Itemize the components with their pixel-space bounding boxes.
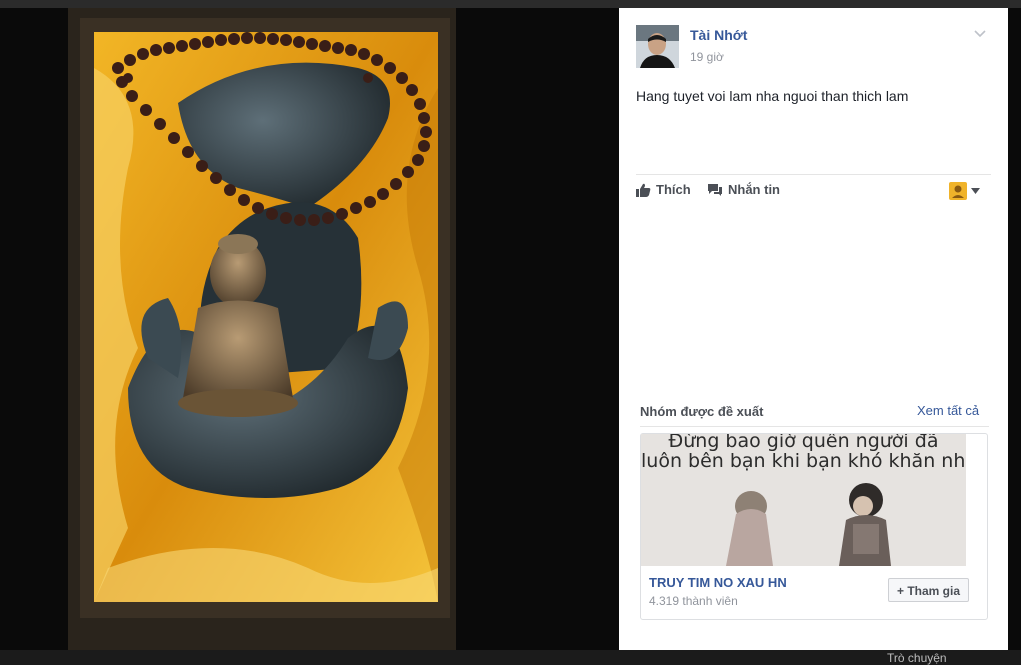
- like-button[interactable]: Thích: [636, 182, 691, 197]
- post-timestamp[interactable]: 19 giờ: [690, 50, 724, 64]
- message-label: Nhắn tin: [728, 182, 780, 197]
- group-member-count: 4.319 thành viên: [649, 594, 738, 608]
- chat-bar-label[interactable]: Trò chuyện: [887, 651, 947, 665]
- user-avatar-icon: [949, 182, 967, 200]
- background-page-top: [0, 0, 1021, 8]
- message-bubble-icon: [708, 183, 722, 196]
- photo-buddha-statue-in-box: [68, 8, 456, 650]
- suggested-group-card[interactable]: Đừng bao giờ quên người đã luôn bên bạn …: [640, 433, 988, 620]
- group-name-link[interactable]: TRUY TIM NO XAU HN: [649, 575, 787, 590]
- message-button[interactable]: Nhắn tin: [707, 182, 780, 197]
- caret-down-icon: [971, 188, 980, 194]
- see-all-link[interactable]: Xem tất cả: [917, 403, 979, 418]
- group-cover-image[interactable]: Đừng bao giờ quên người đã luôn bên bạn …: [641, 434, 966, 566]
- post-side-panel: Tài Nhớt 19 giờ Hang tuyet voi lam nha n…: [619, 8, 1008, 650]
- join-group-button[interactable]: + Tham gia: [888, 578, 970, 602]
- reaction-audience-selector[interactable]: [949, 182, 980, 200]
- divider: [636, 174, 991, 175]
- post-caption: Hang tuyet voi lam nha nguoi than thich …: [636, 88, 909, 104]
- author-name-link[interactable]: Tài Nhớt: [690, 27, 747, 43]
- like-label: Thích: [656, 182, 691, 197]
- divider: [640, 426, 989, 427]
- background-page-bottom: Trò chuyện: [0, 650, 1021, 665]
- author-avatar[interactable]: [636, 25, 679, 68]
- post-photo[interactable]: [68, 8, 456, 650]
- cover-text-line2: luôn bên bạn khi bạn khó khăn nhất: [641, 450, 966, 472]
- thumbs-up-icon: [636, 183, 651, 197]
- suggested-groups-title: Nhóm được đề xuất: [640, 404, 764, 419]
- avatar-photo: [636, 25, 679, 68]
- chevron-down-icon[interactable]: [973, 26, 987, 40]
